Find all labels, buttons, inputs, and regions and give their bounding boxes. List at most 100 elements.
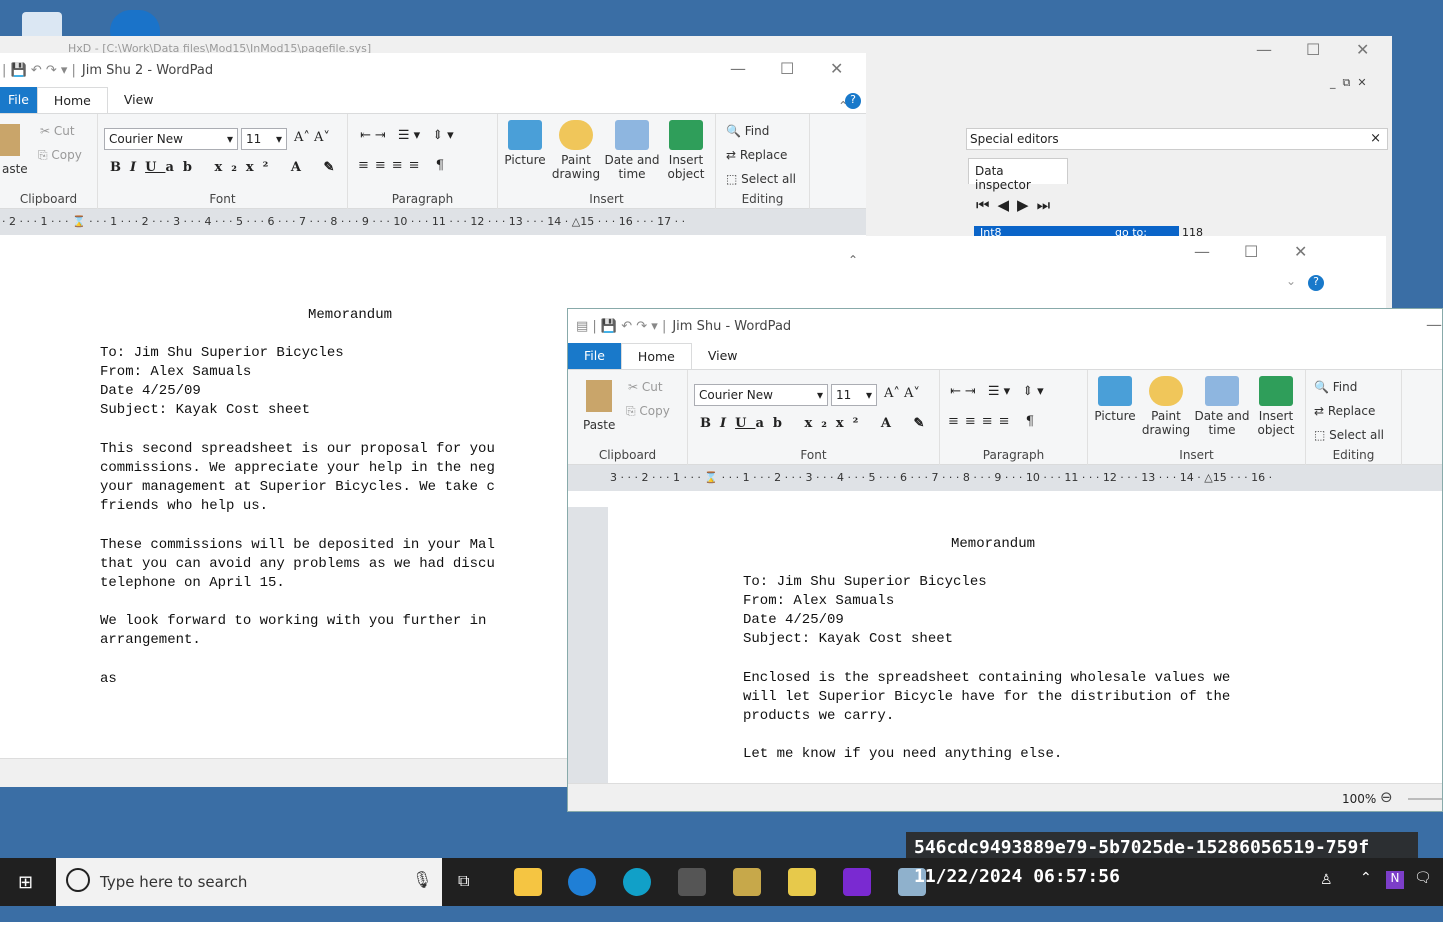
close-icon[interactable]: × (1370, 131, 1381, 146)
maximize-icon[interactable]: ☐ (1244, 242, 1258, 261)
grow-shrink-font[interactable]: A˄ A˅ (294, 130, 330, 145)
replace-button[interactable]: ⇄ Replace (726, 148, 787, 162)
mdi-controls[interactable]: _ ⧉ ✕ (1330, 76, 1367, 90)
tab-view[interactable]: View (108, 87, 170, 113)
close-icon[interactable]: ✕ (830, 59, 843, 78)
datetime-button[interactable]: Date and time (1194, 376, 1250, 437)
object-label: Insert object (1257, 409, 1295, 437)
help-icon[interactable]: ? (845, 93, 861, 109)
doc-paragraph-2: Let me know if you need anything else. (743, 746, 1063, 762)
doc-paragraph-1: This second spreadsheet is our proposal … (100, 441, 495, 514)
quick-access-toolbar: | 💾 ↶ ↷ ▾ | (2, 62, 76, 78)
tab-view[interactable]: View (692, 343, 754, 369)
zoom-out-icon[interactable]: ⊖ (1380, 788, 1393, 806)
copy-button[interactable]: ⎘ Copy (626, 404, 670, 419)
minimize-icon[interactable]: — (1426, 315, 1442, 334)
hex-workshop-icon[interactable] (843, 868, 871, 896)
wordpad-front-window[interactable]: ▤ | 💾 ↶ ↷ ▾ | Jim Shu - WordPad — File H… (567, 308, 1443, 812)
copy-button[interactable]: ⎘ Copy (38, 148, 82, 163)
doc-subject: Subject: Kayak Cost sheet (100, 402, 311, 418)
tab-home[interactable]: Home (36, 87, 108, 113)
paint-button[interactable]: Paint drawing (550, 120, 602, 181)
hxd-icon[interactable] (733, 868, 761, 896)
close-icon[interactable]: ✕ (1294, 242, 1307, 261)
file-explorer-icon[interactable] (514, 868, 542, 896)
picture-button[interactable]: Picture (1094, 376, 1136, 423)
cut-button[interactable]: ✂ Cut (40, 124, 75, 138)
font-size-value: 11 (836, 388, 852, 402)
search-box[interactable]: Type here to search 🎙 (56, 858, 442, 906)
help-icon[interactable]: ? (1308, 275, 1324, 291)
font-style-buttons[interactable]: BIUab x₂x² A ✎ (110, 160, 343, 175)
select-all-button[interactable]: ⬚ Select all (726, 172, 796, 186)
help-app-icon[interactable] (788, 868, 816, 896)
paste-button[interactable]: Paste (583, 418, 615, 432)
align-buttons[interactable]: ≡≡≡≡ ¶ (948, 414, 1040, 429)
spy-app-icon[interactable] (678, 868, 706, 896)
font-style-buttons[interactable]: BIUab x₂x² A ✎ (700, 416, 933, 431)
datetime-label: Date and time (1194, 409, 1250, 437)
paste-icon[interactable] (586, 380, 612, 412)
inspector-nav[interactable]: ⏮◀▶⏭ (976, 196, 1058, 214)
insert-object-button[interactable]: Insert object (662, 120, 710, 181)
clipboard-label: Clipboard (19, 192, 78, 206)
onenote-icon[interactable]: N (1386, 871, 1404, 889)
people-icon[interactable]: ♙ (1320, 872, 1333, 888)
zoom-slider[interactable] (1408, 798, 1442, 800)
ruler[interactable]: · 2 · · · 1 · · · ⌛ · · · 1 · · · 2 · · … (0, 209, 866, 235)
minimize-icon[interactable]: — (1256, 40, 1272, 59)
doc-paragraph-1: Enclosed is the spreadsheet containing w… (743, 670, 1231, 724)
copy-label: Copy (639, 404, 670, 418)
tab-file[interactable]: File (568, 343, 621, 369)
find-button[interactable]: 🔍 Find (1314, 380, 1357, 394)
font-label: Font (209, 192, 236, 206)
tab-data-inspector[interactable]: Data inspector (968, 158, 1068, 192)
scroll-up-icon[interactable]: ⌃ (848, 253, 858, 267)
font-size-select[interactable]: 11 ▾ (831, 384, 877, 406)
doc-paragraph-3: We look forward to working with you furt… (100, 613, 487, 648)
doc-to: To: Jim Shu Superior Bicycles (743, 574, 987, 590)
select-all-label: Select all (741, 172, 797, 186)
windows-start-icon[interactable]: ⊞ (18, 872, 33, 893)
select-all-button[interactable]: ⬚ Select all (1314, 428, 1384, 442)
notification-icon[interactable]: 🗨 (1414, 870, 1432, 886)
align-buttons[interactable]: ≡≡≡≡ ¶ (358, 158, 450, 173)
minimize-icon[interactable]: — (730, 59, 746, 78)
chevron-down-icon[interactable]: ⌄ (1286, 274, 1296, 288)
datetime-button[interactable]: Date and time (604, 120, 660, 181)
cut-button[interactable]: ✂ Cut (628, 380, 663, 394)
tab-home[interactable]: Home (620, 343, 692, 369)
task-view-icon[interactable]: ⧉ (458, 871, 469, 891)
paint-button[interactable]: Paint drawing (1140, 376, 1192, 437)
font-family-select[interactable]: Courier New ▾ (104, 128, 238, 150)
paste-icon[interactable] (0, 124, 20, 156)
font-family-select[interactable]: Courier New ▾ (694, 384, 828, 406)
search-icon (66, 868, 90, 892)
close-icon[interactable]: ✕ (1356, 40, 1369, 59)
chevron-up-icon[interactable]: ⌃ (1360, 870, 1372, 886)
paste-button[interactable]: aste (2, 162, 28, 176)
insert-object-button[interactable]: Insert object (1252, 376, 1300, 437)
font-size-select[interactable]: 11 ▾ (241, 128, 287, 150)
find-label: Find (744, 124, 770, 138)
list-buttons[interactable]: ⇤⇥ ☰▾ ⇕▾ (950, 384, 1048, 399)
replace-button[interactable]: ⇄ Replace (1314, 404, 1375, 418)
insert-group: Picture Paint drawing Date and time Inse… (498, 114, 716, 210)
maximize-icon[interactable]: ☐ (1306, 40, 1320, 59)
minimize-icon[interactable]: — (1194, 242, 1210, 261)
replace-label: Replace (1327, 404, 1376, 418)
grow-shrink-font[interactable]: A˄ A˅ (884, 386, 920, 401)
picture-button[interactable]: Picture (504, 120, 546, 167)
tab-file[interactable]: File (0, 87, 37, 113)
replace-label: Replace (739, 148, 788, 162)
clipboard-label: Clipboard (598, 448, 657, 462)
find-button[interactable]: 🔍 Find (726, 124, 769, 138)
ruler[interactable]: 3 · · · 2 · · · 1 · · · ⌛ · · · 1 · · · … (568, 465, 1442, 491)
edge-icon[interactable] (623, 868, 651, 896)
overlay-datetime: 11/22/2024 06:57:56 (914, 866, 1120, 887)
list-buttons[interactable]: ⇤⇥ ☰▾ ⇕▾ (360, 128, 458, 143)
insert-label: Insert (589, 192, 624, 206)
maximize-icon[interactable]: ☐ (780, 59, 794, 78)
microphone-icon[interactable]: 🎙 (412, 870, 432, 889)
internet-explorer-icon[interactable] (568, 868, 596, 896)
